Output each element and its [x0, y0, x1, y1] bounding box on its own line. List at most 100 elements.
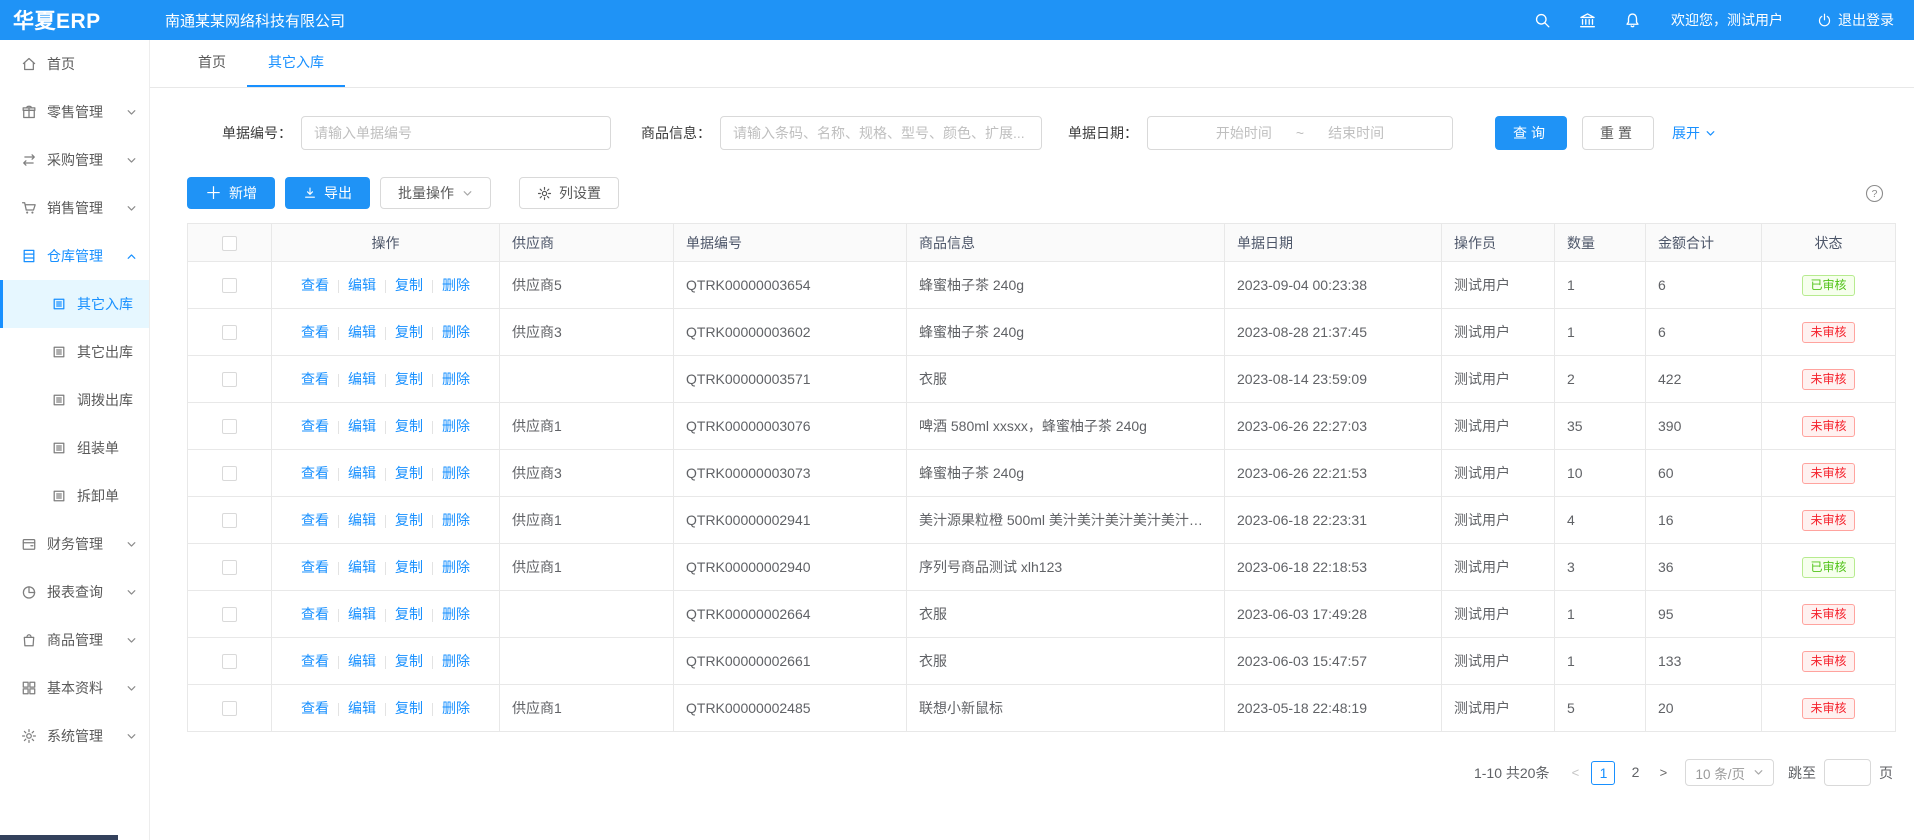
action-copy-link[interactable]: 复制	[395, 700, 423, 716]
action-copy-link[interactable]: 复制	[395, 653, 423, 669]
row-checkbox[interactable]	[222, 513, 237, 528]
expand-link[interactable]: 展开	[1672, 123, 1716, 143]
action-delete-link[interactable]: 删除	[442, 606, 470, 622]
page-number-1[interactable]: 1	[1591, 761, 1615, 785]
action-copy-link[interactable]: 复制	[395, 418, 423, 434]
action-delete-link[interactable]: 删除	[442, 700, 470, 716]
svg-text:?: ?	[1872, 188, 1878, 200]
row-checkbox[interactable]	[222, 278, 237, 293]
search-button[interactable]: 查询	[1495, 116, 1567, 150]
action-view-link[interactable]: 查看	[301, 324, 329, 340]
row-checkbox[interactable]	[222, 701, 237, 716]
action-edit-link[interactable]: 编辑	[348, 559, 376, 575]
next-page-icon[interactable]: >	[1651, 761, 1675, 785]
action-copy-link[interactable]: 复制	[395, 512, 423, 528]
action-divider	[385, 703, 386, 716]
action-view-link[interactable]: 查看	[301, 371, 329, 387]
action-view-link[interactable]: 查看	[301, 465, 329, 481]
sidebar-item-other-outbound[interactable]: 其它出库	[0, 328, 149, 376]
sidebar-item-finance[interactable]: 财务管理	[0, 520, 149, 568]
sidebar-item-disassembly[interactable]: 拆卸单	[0, 472, 149, 520]
select-all-checkbox[interactable]	[222, 236, 237, 251]
sidebar-item-system[interactable]: 系统管理	[0, 712, 149, 760]
page-number-2[interactable]: 2	[1623, 761, 1647, 785]
product-info-input[interactable]	[720, 116, 1042, 150]
header-right: 欢迎您，测试用户 退出登录	[1506, 10, 1914, 30]
sidebar-item-other-inbound[interactable]: 其它入库	[0, 280, 149, 328]
reset-button[interactable]: 重置	[1582, 116, 1654, 150]
tab-other-inbound[interactable]: 其它入库	[247, 40, 345, 87]
bank-icon[interactable]	[1579, 12, 1596, 29]
action-copy-link[interactable]: 复制	[395, 559, 423, 575]
sidebar-item-product[interactable]: 商品管理	[0, 616, 149, 664]
header-qty: 数量	[1555, 224, 1646, 262]
tab-home[interactable]: 首页	[177, 40, 247, 87]
action-edit-link[interactable]: 编辑	[348, 653, 376, 669]
action-edit-link[interactable]: 编辑	[348, 418, 376, 434]
jump-page-input[interactable]	[1824, 759, 1871, 786]
export-button[interactable]: 导出	[285, 177, 370, 209]
action-view-link[interactable]: 查看	[301, 512, 329, 528]
action-edit-link[interactable]: 编辑	[348, 465, 376, 481]
sidebar-item-transfer-out[interactable]: 调拨出库	[0, 376, 149, 424]
row-checkbox[interactable]	[222, 607, 237, 622]
sidebar-scrollbar[interactable]	[0, 835, 118, 840]
action-delete-link[interactable]: 删除	[442, 371, 470, 387]
date-range-picker[interactable]: 开始时间 ~ 结束时间	[1147, 116, 1453, 150]
action-delete-link[interactable]: 删除	[442, 418, 470, 434]
action-copy-link[interactable]: 复制	[395, 324, 423, 340]
action-copy-link[interactable]: 复制	[395, 371, 423, 387]
cell-supplier	[500, 591, 674, 638]
search-icon[interactable]	[1534, 12, 1551, 29]
page-size-select[interactable]: 10 条/页	[1685, 759, 1774, 786]
action-edit-link[interactable]: 编辑	[348, 324, 376, 340]
action-view-link[interactable]: 查看	[301, 653, 329, 669]
column-settings-button[interactable]: 列设置	[519, 177, 619, 209]
action-delete-link[interactable]: 删除	[442, 465, 470, 481]
action-edit-link[interactable]: 编辑	[348, 512, 376, 528]
sidebar-item-home[interactable]: 首页	[0, 40, 149, 88]
row-checkbox[interactable]	[222, 654, 237, 669]
action-edit-link[interactable]: 编辑	[348, 371, 376, 387]
action-view-link[interactable]: 查看	[301, 606, 329, 622]
sidebar-item-retail[interactable]: 零售管理	[0, 88, 149, 136]
action-edit-link[interactable]: 编辑	[348, 606, 376, 622]
cell-date: 2023-06-03 15:47:57	[1225, 638, 1442, 685]
action-copy-link[interactable]: 复制	[395, 277, 423, 293]
help-icon[interactable]: ?	[1865, 184, 1884, 203]
action-delete-link[interactable]: 删除	[442, 324, 470, 340]
row-checkbox[interactable]	[222, 419, 237, 434]
prev-page-icon[interactable]: <	[1563, 761, 1587, 785]
action-view-link[interactable]: 查看	[301, 700, 329, 716]
cell-status: 未审核	[1762, 638, 1896, 685]
action-delete-link[interactable]: 删除	[442, 653, 470, 669]
cell-status: 未审核	[1762, 356, 1896, 403]
add-button[interactable]: ＋ 新增	[187, 177, 275, 209]
cell-amount: 36	[1646, 544, 1762, 591]
sidebar-item-assembly[interactable]: 组装单	[0, 424, 149, 472]
row-checkbox[interactable]	[222, 466, 237, 481]
row-checkbox[interactable]	[222, 325, 237, 340]
bill-no-input[interactable]	[301, 116, 611, 150]
action-edit-link[interactable]: 编辑	[348, 277, 376, 293]
sidebar-item-report[interactable]: 报表查询	[0, 568, 149, 616]
row-checkbox[interactable]	[222, 560, 237, 575]
batch-actions-button[interactable]: 批量操作	[380, 177, 491, 209]
action-delete-link[interactable]: 删除	[442, 559, 470, 575]
action-delete-link[interactable]: 删除	[442, 277, 470, 293]
action-view-link[interactable]: 查看	[301, 277, 329, 293]
action-delete-link[interactable]: 删除	[442, 512, 470, 528]
action-copy-link[interactable]: 复制	[395, 465, 423, 481]
sidebar-item-warehouse[interactable]: 仓库管理	[0, 232, 149, 280]
sidebar-item-sales[interactable]: 销售管理	[0, 184, 149, 232]
action-view-link[interactable]: 查看	[301, 418, 329, 434]
sidebar-item-basic[interactable]: 基本资料	[0, 664, 149, 712]
sidebar-item-purchase[interactable]: 采购管理	[0, 136, 149, 184]
action-edit-link[interactable]: 编辑	[348, 700, 376, 716]
action-copy-link[interactable]: 复制	[395, 606, 423, 622]
action-view-link[interactable]: 查看	[301, 559, 329, 575]
bell-icon[interactable]	[1624, 12, 1641, 29]
row-checkbox[interactable]	[222, 372, 237, 387]
chevron-down-icon	[126, 539, 137, 550]
logout-button[interactable]: 退出登录	[1817, 10, 1894, 30]
